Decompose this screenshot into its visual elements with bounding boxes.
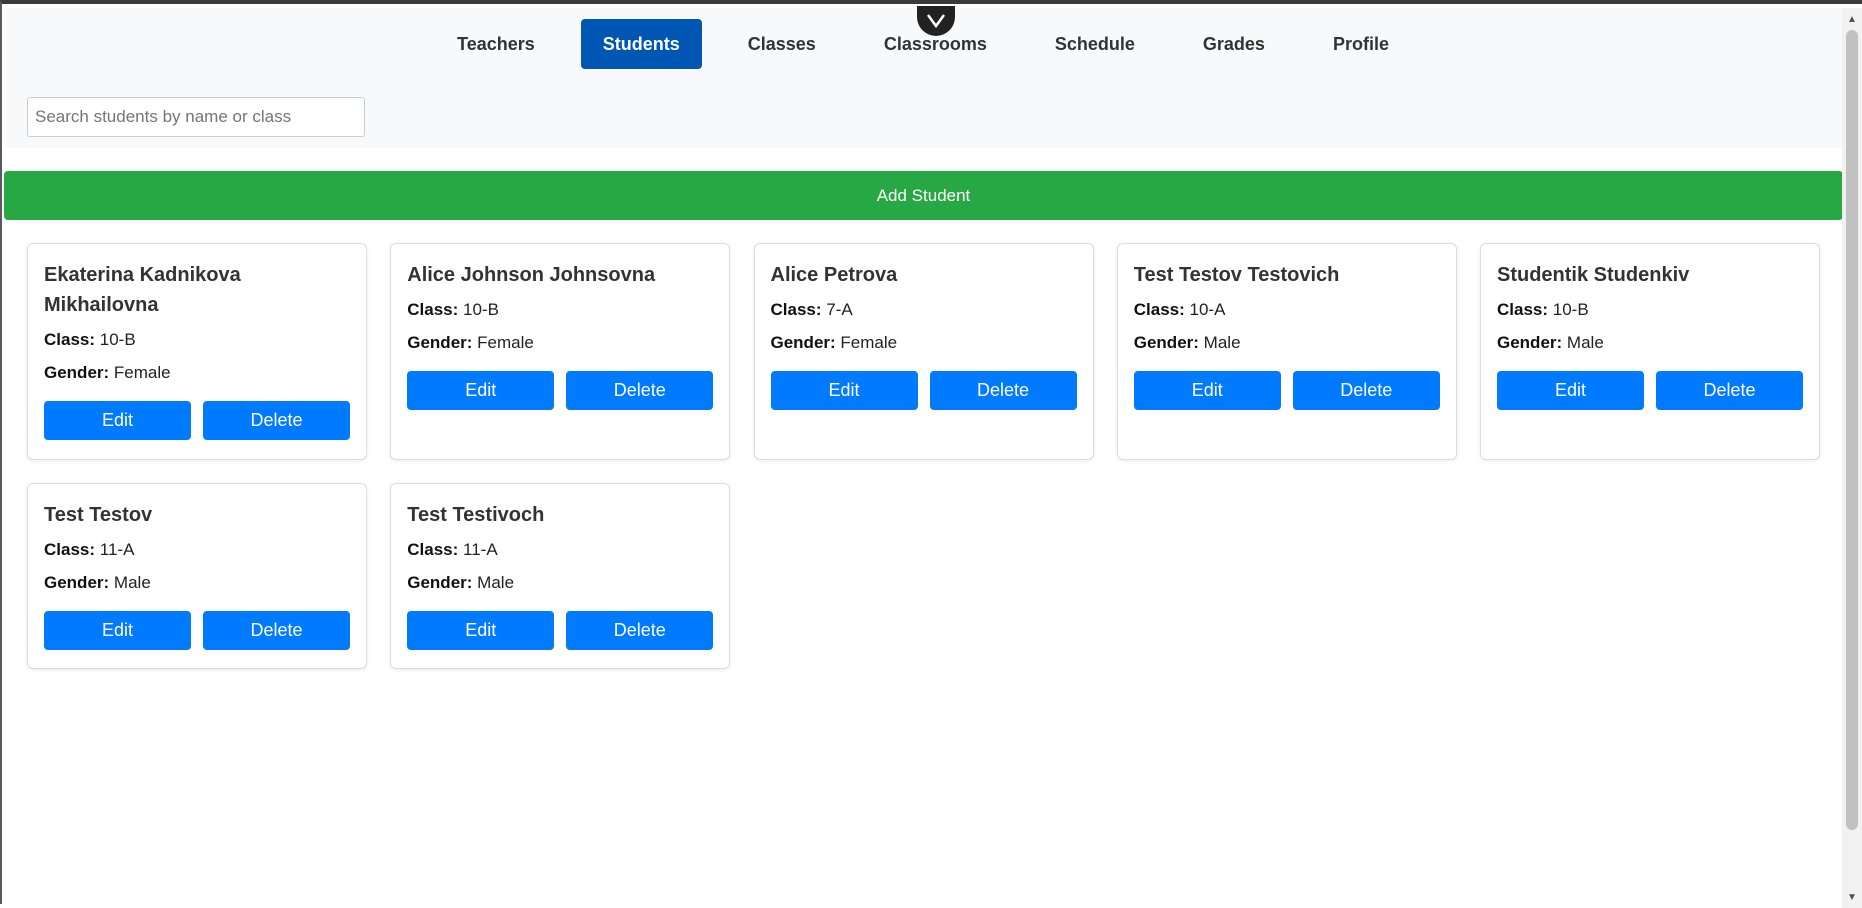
student-class: Class: 11-A xyxy=(407,540,498,559)
student-name: Test Testivoch xyxy=(407,504,545,526)
student-card: Test Testivoch Class: 11-A Gender: Male … xyxy=(390,483,731,669)
student-gender: Gender: Male xyxy=(1133,333,1241,352)
student-name: Test Testov xyxy=(44,504,153,526)
vertical-scrollbar[interactable]: ▲ ▼ xyxy=(1842,8,1862,908)
edit-button[interactable]: Edit xyxy=(407,611,555,650)
nav-classes[interactable]: Classes xyxy=(726,19,838,69)
add-student-button[interactable]: Add Student xyxy=(4,171,1843,220)
delete-button[interactable]: Delete xyxy=(566,371,714,410)
search-bar xyxy=(4,84,1842,148)
nav-profile[interactable]: Profile xyxy=(1311,19,1411,69)
student-name: Test Testov Testovich xyxy=(1133,264,1340,286)
main-nav: Teachers Students Classes Classrooms Sch… xyxy=(4,19,1842,69)
nav-schedule[interactable]: Schedule xyxy=(1033,19,1157,69)
edit-button[interactable]: Edit xyxy=(407,371,555,410)
student-card: Alice Petrova Class: 7-A Gender: Female … xyxy=(753,243,1094,460)
student-gender: Gender: Male xyxy=(407,573,515,592)
top-navigation-bar: Teachers Students Classes Classrooms Sch… xyxy=(4,6,1842,84)
delete-button[interactable]: Delete xyxy=(203,401,350,440)
student-class: Class: 10-B xyxy=(407,300,499,319)
delete-button[interactable]: Delete xyxy=(929,371,1077,410)
app-window: Teachers Students Classes Classrooms Sch… xyxy=(0,0,1862,908)
student-gender: Gender: Male xyxy=(1497,333,1604,352)
student-class: Class: 11-A xyxy=(44,540,135,559)
student-card: Test Testov Class: 11-A Gender: Male Edi… xyxy=(27,483,367,669)
scrollbar-thumb[interactable] xyxy=(1846,30,1858,830)
student-name: Studentik Studenkiv xyxy=(1497,264,1690,286)
delete-button[interactable]: Delete xyxy=(566,611,714,650)
student-card-grid: Ekaterina Kadnikova Mikhailovna Class: 1… xyxy=(27,243,1820,460)
edit-button[interactable]: Edit xyxy=(44,401,191,440)
nav-students[interactable]: Students xyxy=(580,19,702,69)
edit-button[interactable]: Edit xyxy=(1497,371,1644,410)
delete-button[interactable]: Delete xyxy=(1656,371,1803,410)
student-gender: Gender: Male xyxy=(44,573,151,592)
student-gender: Gender: Female xyxy=(44,363,171,382)
nav-grades[interactable]: Grades xyxy=(1181,19,1287,69)
delete-button[interactable]: Delete xyxy=(1292,371,1440,410)
student-card: Alice Johnson Johnsovna Class: 10-B Gend… xyxy=(390,243,731,460)
student-gender: Gender: Female xyxy=(770,333,898,352)
delete-button[interactable]: Delete xyxy=(203,611,350,650)
student-class: Class: 7-A xyxy=(770,300,853,319)
student-name: Ekaterina Kadnikova Mikhailovna xyxy=(44,264,241,316)
student-class: Class: 10-B xyxy=(44,330,136,349)
student-card: Ekaterina Kadnikova Mikhailovna Class: 1… xyxy=(27,243,367,460)
student-card: Studentik Studenkiv Class: 10-B Gender: … xyxy=(1480,243,1820,460)
nav-teachers[interactable]: Teachers xyxy=(435,19,557,69)
scroll-up-icon[interactable]: ▲ xyxy=(1842,10,1862,28)
student-card: Test Testov Testovich Class: 10-A Gender… xyxy=(1116,243,1457,460)
student-name: Alice Petrova xyxy=(770,264,898,286)
nav-classrooms[interactable]: Classrooms xyxy=(862,19,1009,69)
student-name: Alice Johnson Johnsovna xyxy=(407,264,656,286)
edit-button[interactable]: Edit xyxy=(44,611,191,650)
edit-button[interactable]: Edit xyxy=(1133,371,1281,410)
student-card-grid-row-2: Test Testov Class: 11-A Gender: Male Edi… xyxy=(27,483,1820,669)
student-class: Class: 10-B xyxy=(1497,300,1589,319)
edit-button[interactable]: Edit xyxy=(770,371,918,410)
student-class: Class: 10-A xyxy=(1133,300,1226,319)
search-input[interactable] xyxy=(27,97,365,137)
student-gender: Gender: Female xyxy=(407,333,534,352)
scroll-down-icon[interactable]: ▼ xyxy=(1842,888,1862,906)
